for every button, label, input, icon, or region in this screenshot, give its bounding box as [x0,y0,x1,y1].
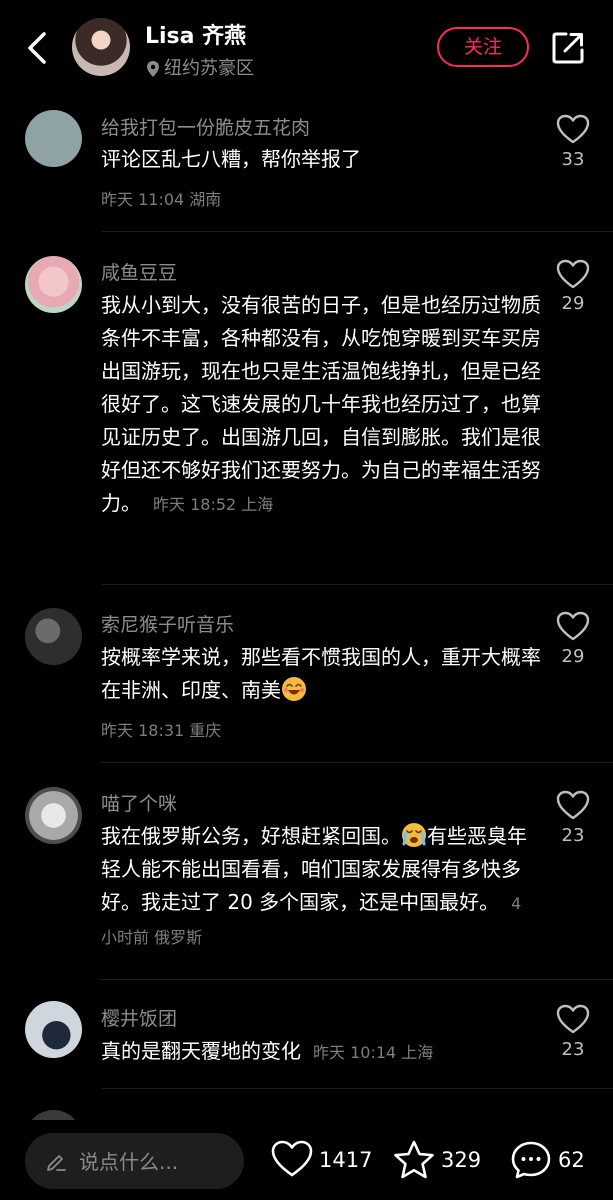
commenter-avatar[interactable] [25,1001,82,1058]
like-count: 29 [561,646,585,667]
like-count: 23 [561,1039,585,1060]
heart-icon[interactable] [556,1004,590,1034]
author-name[interactable]: Lisa 齐燕 [145,18,246,50]
share-icon[interactable] [550,30,586,66]
comment-input-placeholder: 说点什么... [79,1150,179,1174]
comment-body: 按概率学来说，那些看不惯我国的人，重开大概率在非洲、印度、南美 [101,645,541,702]
chat-bubble-icon [511,1141,551,1179]
heart-icon[interactable] [556,611,590,641]
laughing-emoji-icon [282,677,306,701]
comment-text: 真的是翻天覆地的变化 昨天 10:14 上海 [101,1035,541,1069]
like-button[interactable]: 1417 [271,1140,373,1180]
commenter-name[interactable]: 咸鱼豆豆 [101,258,177,285]
follow-button[interactable]: 关注 [437,27,529,67]
like-count: 29 [561,293,585,314]
comment-meta: 昨天 11:04 湖南 [101,190,222,209]
like-count: 33 [561,149,585,170]
commenter-avatar[interactable] [25,608,82,665]
location-text: 纽约苏豪区 [164,58,254,79]
pen-icon [47,1155,66,1171]
comment-body: 真的是翻天覆地的变化 [101,1039,301,1063]
author-location: 纽约苏豪区 [146,54,254,80]
like-count: 23 [561,825,585,846]
comment-body: 我在俄罗斯公务，好想赶紧回国。 [101,824,401,848]
comment-text: 评论区乱七八糟，帮你举报了 [101,147,361,171]
divider [101,1088,613,1089]
heart-icon [271,1140,313,1177]
commenter-name[interactable]: 给我打包一份脆皮五花肉 [101,113,310,140]
comment-meta: 昨天 18:52 上海 [153,495,274,514]
comment-text: 我在俄罗斯公务，好想赶紧回国。 有些恶臭年轻人能不能出国看看，咱们国家发展得有多… [101,820,541,954]
favorite-button[interactable]: 329 [393,1140,488,1180]
star-icon [394,1140,434,1179]
commenter-name[interactable]: 索尼猴子听音乐 [101,610,234,637]
commenter-avatar[interactable] [25,110,82,167]
back-arrow-icon[interactable] [22,28,54,68]
location-pin-icon [147,61,159,77]
comment-button[interactable]: 62 [510,1140,600,1180]
comment-total: 62 [558,1148,585,1172]
like-total: 1417 [319,1148,373,1172]
commenter-avatar[interactable] [25,256,82,313]
heart-icon[interactable] [556,259,590,289]
divider [101,584,613,585]
commenter-name[interactable]: 喵了个咪 [101,789,177,816]
comment-text: 按概率学来说，那些看不惯我国的人，重开大概率在非洲、印度、南美 [101,641,541,707]
heart-icon[interactable] [556,790,590,820]
crying-emoji-icon [402,823,426,847]
author-avatar[interactable] [72,18,130,76]
comment-meta: 昨天 10:14 上海 [313,1043,434,1062]
favorite-total: 329 [441,1148,482,1172]
comment-body: 我从小到大，没有很苦的日子，但是也经历过物质条件不丰富，各种都没有，从吃饱穿暖到… [101,293,541,515]
comment-meta: 昨天 18:31 重庆 [101,721,222,740]
top-bar: Lisa 齐燕 纽约苏豪区 关注 [0,0,613,98]
divider [101,762,613,763]
commenter-avatar[interactable] [25,787,82,844]
heart-icon[interactable] [556,114,590,144]
bottom-action-bar: 说点什么... 1417 329 62 [0,1120,613,1200]
commenter-name[interactable]: 樱井饭团 [101,1004,177,1031]
divider [101,231,613,232]
divider [101,979,613,980]
comment-text: 我从小到大，没有很苦的日子，但是也经历过物质条件不丰富，各种都没有，从吃饱穿暖到… [101,289,541,521]
comment-input[interactable]: 说点什么... [25,1133,244,1189]
